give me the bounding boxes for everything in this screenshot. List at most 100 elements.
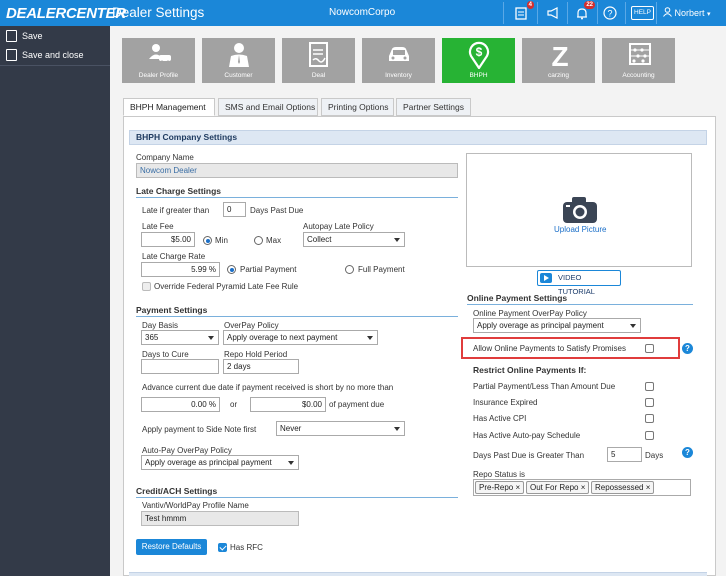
tab-bhph-management[interactable]: BHPH Management bbox=[123, 98, 215, 116]
tag-label: Out For Repo bbox=[530, 483, 579, 492]
active-cpi-checkbox[interactable] bbox=[645, 414, 654, 423]
overpay-policy-select[interactable]: Apply overage to next payment bbox=[223, 330, 378, 345]
vantiv-profile-input[interactable]: Test hmmm bbox=[141, 511, 299, 526]
has-rfc-checkbox[interactable] bbox=[218, 543, 227, 552]
autopay-overpay-select[interactable]: Apply overage as principal payment bbox=[141, 455, 299, 470]
of-payment-due-label: of payment due bbox=[329, 400, 385, 409]
notifications-button[interactable]: 22 bbox=[573, 1, 595, 22]
company-name-field[interactable]: Nowcom Dealer bbox=[136, 163, 458, 178]
days-past-due-label: Days Past Due bbox=[250, 206, 304, 215]
days-to-cure-input[interactable] bbox=[141, 359, 219, 374]
credit-ach-heading: Credit/ACH Settings bbox=[136, 486, 218, 496]
online-overpay-label: Online Payment OverPay Policy bbox=[473, 309, 587, 318]
online-overpay-select[interactable]: Apply overage as principal payment bbox=[473, 318, 641, 333]
advance-due-date-label: Advance current due date if payment rece… bbox=[142, 383, 394, 392]
save-button[interactable]: Save bbox=[0, 27, 110, 46]
autopay-schedule-checkbox[interactable] bbox=[645, 431, 654, 440]
min-label: Min bbox=[215, 236, 228, 245]
restore-defaults-button[interactable]: Restore Defaults bbox=[136, 539, 207, 555]
late-fee-label: Late Fee bbox=[142, 222, 174, 231]
repo-hold-label: Repo Hold Period bbox=[224, 350, 288, 359]
tile-bhph[interactable]: $ BHPH bbox=[442, 38, 515, 83]
full-payment-radio[interactable] bbox=[345, 265, 354, 274]
tile-label: Inventory bbox=[385, 72, 412, 79]
tile-deal[interactable]: Deal bbox=[282, 38, 355, 83]
help-button[interactable]: HELP bbox=[631, 6, 654, 20]
upload-picture-box[interactable]: Upload Picture bbox=[466, 153, 692, 267]
partial-less-checkbox[interactable] bbox=[645, 382, 654, 391]
late-fee-max-radio[interactable] bbox=[254, 236, 263, 245]
day-basis-select[interactable]: 365 bbox=[141, 330, 219, 345]
notes-button[interactable]: 4 bbox=[512, 1, 534, 22]
app-logo: DEALERCENTER bbox=[6, 5, 126, 22]
tile-carzing[interactable]: Z carzing bbox=[522, 38, 595, 83]
advance-percent-input[interactable]: 0.00 % bbox=[141, 397, 220, 412]
day-basis-label: Day Basis bbox=[142, 321, 179, 330]
tab-sms-email-options[interactable]: SMS and Email Options bbox=[218, 98, 318, 116]
tile-inventory[interactable]: Inventory bbox=[362, 38, 435, 83]
svg-text:$: $ bbox=[476, 45, 483, 59]
autopay-schedule-label: Has Active Auto-pay Schedule bbox=[473, 431, 581, 440]
company-name[interactable]: NowcomCorpo bbox=[329, 7, 395, 18]
side-note-select[interactable]: Never bbox=[276, 421, 405, 436]
tile-label: Dealer Profile bbox=[138, 72, 179, 79]
tab-partner-settings[interactable]: Partner Settings bbox=[396, 98, 471, 116]
payment-settings-heading: Payment Settings bbox=[136, 305, 208, 315]
insurance-expired-label: Insurance Expired bbox=[473, 398, 538, 407]
late-days-input[interactable]: 0 bbox=[223, 202, 246, 217]
sidebar-divider bbox=[0, 65, 110, 66]
autopay-late-policy-select[interactable]: Collect bbox=[303, 232, 405, 247]
repo-tag-out-for-repo[interactable]: Out For Repo × bbox=[526, 481, 590, 494]
bhph-icon: $ bbox=[468, 41, 490, 69]
notes-badge: 4 bbox=[526, 1, 534, 9]
accounting-icon bbox=[629, 43, 651, 65]
tile-accounting[interactable]: Accounting bbox=[602, 38, 675, 83]
bell-icon bbox=[577, 8, 587, 20]
divider bbox=[625, 2, 626, 24]
save-close-icon bbox=[6, 49, 17, 61]
tile-label: BHPH bbox=[469, 72, 488, 79]
advance-amount-input[interactable]: $0.00 bbox=[250, 397, 326, 412]
repo-tag-repossessed[interactable]: Repossessed × bbox=[591, 481, 655, 494]
restrict-heading: Restrict Online Payments If: bbox=[473, 365, 587, 375]
heading-rule bbox=[136, 497, 458, 498]
override-pyramid-checkbox[interactable] bbox=[142, 282, 151, 291]
days-past-due-greater-input[interactable]: 5 bbox=[607, 447, 642, 462]
tile-customer[interactable]: Customer bbox=[202, 38, 275, 83]
tile-label: carzing bbox=[548, 72, 569, 79]
announcement-button[interactable] bbox=[544, 4, 562, 22]
late-fee-min-radio[interactable] bbox=[203, 236, 212, 245]
active-cpi-label: Has Active CPI bbox=[473, 414, 527, 423]
remove-tag-icon[interactable]: × bbox=[646, 483, 651, 492]
help-icon[interactable]: ? bbox=[682, 343, 693, 354]
autopay-late-policy-label: Autopay Late Policy bbox=[303, 222, 374, 231]
tile-label: Customer bbox=[224, 72, 253, 79]
top-bar: DEALERCENTER Dealer Settings NowcomCorpo… bbox=[0, 0, 726, 26]
late-charge-rate-input[interactable]: 5.99 % bbox=[141, 262, 220, 277]
late-charge-heading: Late Charge Settings bbox=[136, 186, 222, 196]
tab-printing-options[interactable]: Printing Options bbox=[321, 98, 394, 116]
remove-tag-icon[interactable]: × bbox=[515, 483, 520, 492]
partial-less-label: Partial Payment/Less Than Amount Due bbox=[473, 382, 616, 391]
user-menu[interactable]: Norbert ▾ bbox=[663, 7, 711, 18]
next-section-header bbox=[129, 572, 707, 576]
camera-icon bbox=[563, 197, 597, 223]
days-unit-label: Days bbox=[645, 451, 664, 460]
svg-text:Z: Z bbox=[551, 42, 568, 68]
late-fee-input[interactable]: $5.00 bbox=[141, 232, 195, 247]
tile-label: Deal bbox=[311, 72, 326, 79]
insurance-expired-checkbox[interactable] bbox=[645, 398, 654, 407]
help-icon[interactable]: ? bbox=[682, 447, 693, 458]
video-tutorial-button[interactable]: VIDEO TUTORIAL bbox=[537, 270, 621, 296]
deal-icon bbox=[309, 42, 328, 67]
help-circle-button[interactable]: ? bbox=[601, 4, 619, 22]
svg-text:?: ? bbox=[607, 9, 612, 19]
repo-tag-pre-repo[interactable]: Pre-Repo × bbox=[475, 481, 525, 494]
repo-hold-input[interactable]: 2 days bbox=[223, 359, 299, 374]
partial-payment-radio[interactable] bbox=[227, 265, 236, 274]
section-header: BHPH Company Settings bbox=[129, 130, 707, 145]
allow-promises-checkbox[interactable] bbox=[645, 344, 654, 353]
save-and-close-button[interactable]: Save and close bbox=[0, 46, 110, 65]
remove-tag-icon[interactable]: × bbox=[581, 483, 586, 492]
tile-dealer-profile[interactable]: Dealer Profile bbox=[122, 38, 195, 83]
